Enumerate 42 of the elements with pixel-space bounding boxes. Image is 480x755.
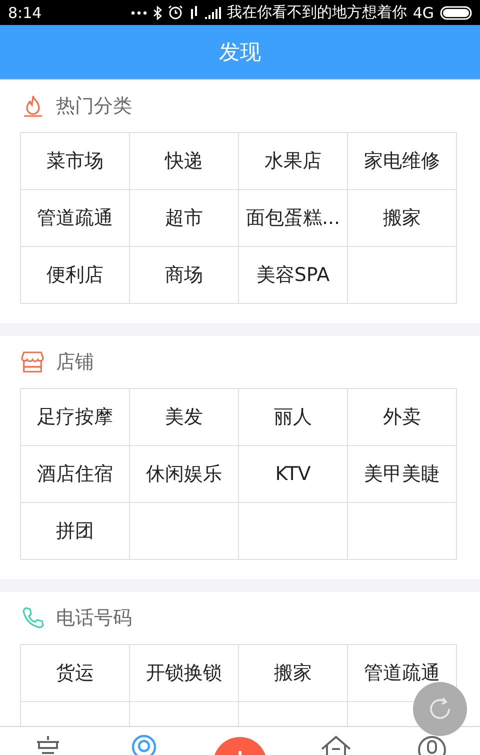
category-item[interactable]: 休闲娱乐 [130,446,239,503]
category-item[interactable]: 酒店住宿 [21,446,130,503]
category-item[interactable]: KTV [239,446,348,503]
category-item[interactable]: 超市 [130,190,239,247]
carrier-name: 我在你看不到的地方想着你 [226,3,407,22]
home-icon[interactable] [320,735,352,755]
category-item[interactable]: 家电维修 [348,133,457,190]
section-title: 热门分类 [56,94,132,119]
category-item[interactable]: 搬家 [239,645,348,702]
phone-icon [20,606,44,630]
category-item[interactable]: 外卖 [348,389,457,446]
page-title: 发现 [219,39,261,66]
category-item[interactable]: 菜市场 [21,133,130,190]
category-item[interactable]: 商场 [130,247,239,304]
category-item[interactable]: 丽人 [239,389,348,446]
section-title: 电话号码 [56,606,132,631]
category-item[interactable]: 开锁换锁 [130,645,239,702]
category-item[interactable]: 美甲美睫 [348,446,457,503]
category-item[interactable]: 美发 [130,389,239,446]
refresh-icon [427,696,453,722]
shop-icon [20,350,45,374]
data-arrows-icon [188,6,199,19]
signal-icon [204,6,221,18]
bluetooth-icon [152,6,162,20]
location-icon[interactable] [130,735,158,755]
battery-icon [440,6,472,20]
category-item[interactable]: 货运 [21,645,130,702]
status-time: 8:14 [8,4,42,22]
category-item[interactable]: 拼团 [21,503,130,560]
category-item[interactable]: 美容SPA [239,247,348,304]
category-item[interactable]: 足疗按摩 [21,389,130,446]
network-type: 4G [412,4,434,22]
category-item[interactable]: 搬家 [348,190,457,247]
category-item[interactable]: 面包蛋糕... [239,190,348,247]
section-title: 店铺 [56,350,94,375]
alarm-icon [168,5,183,20]
category-item[interactable]: 水果店 [239,133,348,190]
document-icon[interactable] [34,735,62,755]
category-item[interactable]: 管道疏通 [21,190,130,247]
category-item[interactable]: 快递 [130,133,239,190]
category-item[interactable]: 便利店 [21,247,130,304]
more-icon [130,10,147,14]
